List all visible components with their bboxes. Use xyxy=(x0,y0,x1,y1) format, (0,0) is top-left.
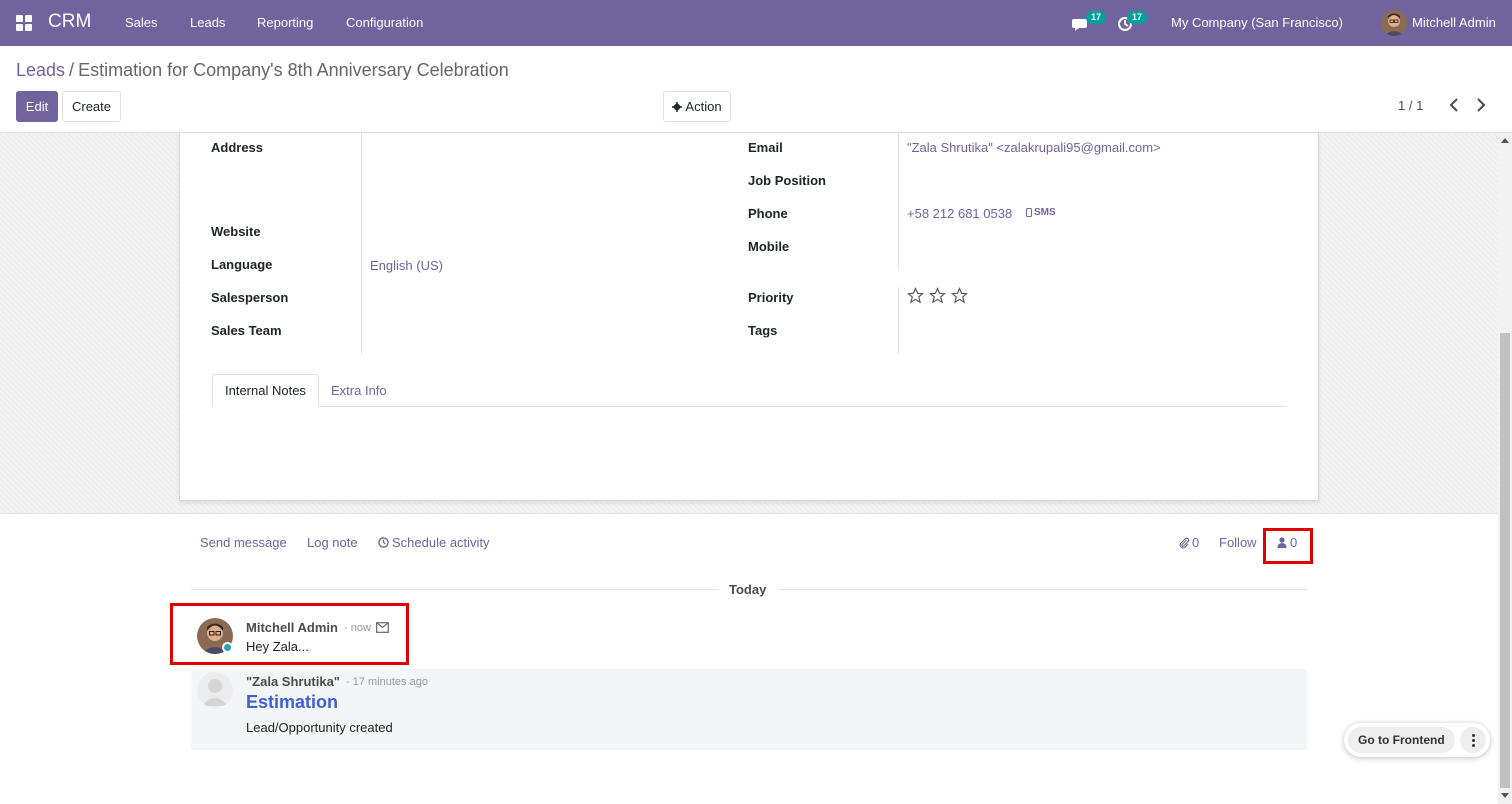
star-icon-3[interactable] xyxy=(951,287,968,304)
language-value[interactable]: English (US) xyxy=(370,258,443,273)
top-navbar: CRM Sales Leads Reporting Configuration … xyxy=(0,0,1512,46)
label-language: Language xyxy=(211,257,273,272)
tab-extra-info[interactable]: Extra Info xyxy=(319,374,399,407)
scrollbar[interactable] xyxy=(1498,133,1512,804)
messages-badge: 17 xyxy=(1086,11,1107,24)
action-label: Action xyxy=(685,99,722,114)
user-menu[interactable]: Mitchell Admin xyxy=(1412,15,1496,30)
menu-sales[interactable]: Sales xyxy=(125,15,158,30)
notification-date: - 17 minutes ago xyxy=(346,676,428,688)
default-avatar[interactable] xyxy=(197,672,233,708)
message-highlight xyxy=(170,603,409,665)
email-value[interactable]: "Zala Shrutika" <zalakrupali95@gmail.com… xyxy=(907,140,1161,155)
label-sales-team: Sales Team xyxy=(211,323,282,338)
today-divider-left xyxy=(191,589,718,590)
sms-button[interactable]: SMS xyxy=(1026,207,1056,218)
label-address: Address xyxy=(211,140,264,155)
scroll-down-icon[interactable] xyxy=(1501,793,1509,798)
breadcrumb-separator: / xyxy=(69,60,75,80)
go-to-frontend-button[interactable]: Go to Frontend xyxy=(1348,727,1455,753)
today-label: Today xyxy=(729,582,767,597)
left-column-divider xyxy=(361,133,362,354)
follow-button[interactable]: Follow xyxy=(1219,535,1257,550)
label-tags: Tags xyxy=(748,323,778,338)
star-icon-1[interactable] xyxy=(907,287,924,304)
control-panel: Leads / Estimation for Company's 8th Anniv… xyxy=(0,46,1512,133)
more-options-icon[interactable] xyxy=(1460,727,1486,753)
notification-author[interactable]: "Zala Shrutika" xyxy=(246,674,340,689)
today-divider-right xyxy=(779,589,1307,590)
breadcrumb: Leads / Estimation for Company's 8th Anniv… xyxy=(16,60,509,81)
activities-badge: 17 xyxy=(1127,11,1148,24)
pager-previous-icon[interactable] xyxy=(1447,97,1461,113)
create-button[interactable]: Create xyxy=(62,91,121,122)
sms-label: SMS xyxy=(1034,207,1056,218)
attachments-count: 0 xyxy=(1192,535,1200,550)
clock-icon xyxy=(378,537,389,548)
menu-leads[interactable]: Leads xyxy=(190,15,225,30)
edit-button[interactable]: Edit xyxy=(16,91,58,122)
paperclip-icon xyxy=(1179,537,1190,548)
company-switcher[interactable]: My Company (San Francisco) xyxy=(1171,15,1343,30)
breadcrumb-current: Estimation for Company's 8th Anniversary… xyxy=(78,60,509,80)
mobile-phone-icon xyxy=(1026,208,1032,217)
log-note-button[interactable]: Log note xyxy=(307,535,358,550)
user-avatar[interactable] xyxy=(1381,10,1407,36)
action-button[interactable]: Action xyxy=(663,91,731,122)
label-priority: Priority xyxy=(748,290,794,305)
pager-next-icon[interactable] xyxy=(1474,97,1488,113)
label-phone: Phone xyxy=(748,206,788,221)
notebook-tabs: Internal Notes Extra Info xyxy=(212,374,1286,407)
label-salesperson: Salesperson xyxy=(211,290,289,305)
tab-internal-notes[interactable]: Internal Notes xyxy=(212,374,319,407)
schedule-activity-label: Schedule activity xyxy=(392,535,490,550)
breadcrumb-leads[interactable]: Leads xyxy=(16,60,65,80)
label-mobile: Mobile xyxy=(748,239,790,254)
schedule-activity-button[interactable]: Schedule activity xyxy=(378,535,490,550)
right-column-divider-bottom xyxy=(898,287,899,354)
gear-icon xyxy=(672,101,683,112)
scrollbar-thumb[interactable] xyxy=(1500,333,1510,788)
followers-highlight xyxy=(1263,528,1313,564)
app-brand[interactable]: CRM xyxy=(48,11,91,33)
pager-value[interactable]: 1 / 1 xyxy=(1398,98,1423,113)
apps-menu-icon[interactable] xyxy=(16,15,32,31)
label-job-position: Job Position xyxy=(748,173,826,188)
form-sheet xyxy=(179,133,1319,501)
send-message-button[interactable]: Send message xyxy=(200,535,287,550)
scroll-up-icon[interactable] xyxy=(1501,138,1509,143)
label-website: Website xyxy=(211,224,261,239)
priority-stars[interactable] xyxy=(907,287,968,304)
menu-configuration[interactable]: Configuration xyxy=(346,15,423,30)
right-column-divider-top xyxy=(898,133,899,270)
attachments-button[interactable]: 0 xyxy=(1179,535,1199,550)
label-email: Email xyxy=(748,140,783,155)
frontend-widget: Go to Frontend xyxy=(1344,723,1490,757)
star-icon-2[interactable] xyxy=(929,287,946,304)
notification-title: Estimation xyxy=(246,692,339,712)
menu-reporting[interactable]: Reporting xyxy=(257,15,313,30)
phone-value[interactable]: +58 212 681 0538 xyxy=(907,206,1012,221)
notification-body: Lead/Opportunity created xyxy=(246,720,393,735)
